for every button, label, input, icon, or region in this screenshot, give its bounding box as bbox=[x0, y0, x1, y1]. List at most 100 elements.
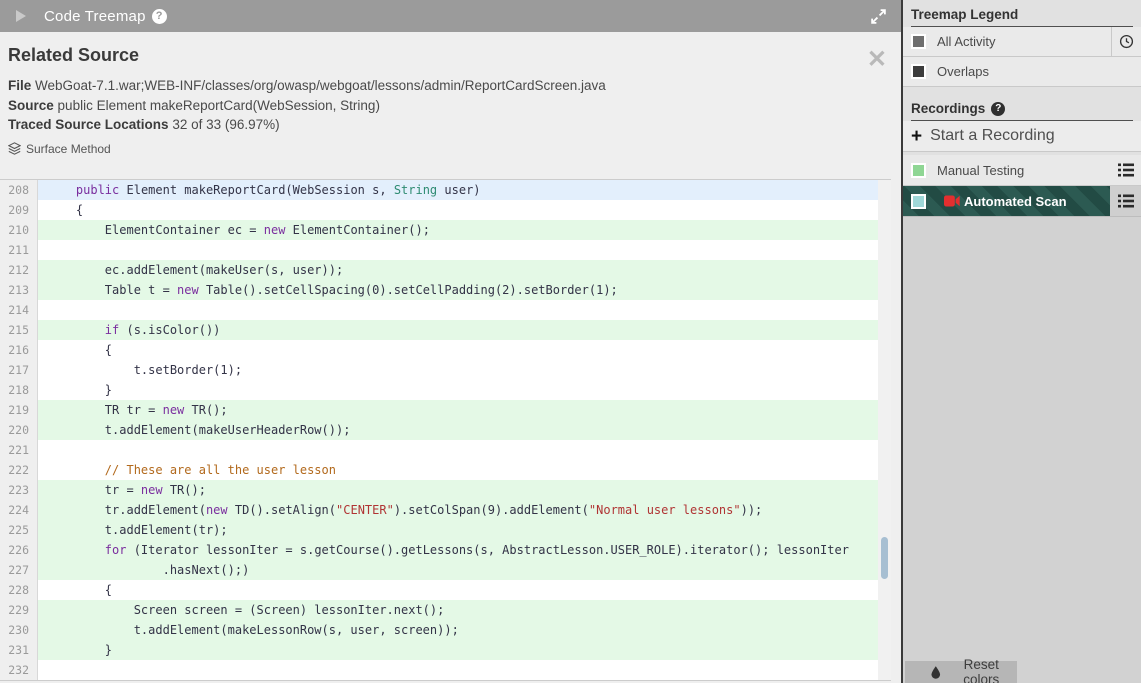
legend-rows: All Activity Overlaps bbox=[903, 27, 1141, 87]
code-viewer: 208 public Element makeReportCard(WebSes… bbox=[0, 179, 891, 681]
collapse-triangle-icon[interactable] bbox=[16, 10, 26, 22]
code-lines: 208 public Element makeReportCard(WebSes… bbox=[0, 180, 878, 680]
code-text: Table t = new Table().setCellSpacing(0).… bbox=[38, 280, 878, 300]
code-text: tr = new TR(); bbox=[38, 480, 878, 500]
code-text: if (s.isColor()) bbox=[38, 320, 878, 340]
code-text: t.addElement(tr); bbox=[38, 520, 878, 540]
line-number: 217 bbox=[0, 360, 38, 380]
recording-color-swatch bbox=[911, 193, 926, 209]
line-number: 230 bbox=[0, 620, 38, 640]
scrollbar-thumb[interactable] bbox=[881, 537, 888, 579]
surface-method: Surface Method bbox=[0, 135, 901, 156]
line-number: 222 bbox=[0, 460, 38, 480]
layers-icon bbox=[8, 142, 21, 155]
code-line: 222 // These are all the user lesson bbox=[0, 460, 878, 480]
line-number: 215 bbox=[0, 320, 38, 340]
code-line: 228 { bbox=[0, 580, 878, 600]
line-number: 228 bbox=[0, 580, 38, 600]
recording-rows: Manual Testing Automated Scan bbox=[903, 155, 1141, 217]
line-number: 218 bbox=[0, 380, 38, 400]
recording-menu-icon[interactable] bbox=[1110, 163, 1141, 177]
code-text: { bbox=[38, 340, 878, 360]
close-icon[interactable]: ✕ bbox=[867, 48, 887, 72]
code-text: tr.addElement(new TD().setAlign("CENTER"… bbox=[38, 500, 878, 520]
code-line: 221 bbox=[0, 440, 878, 460]
recording-menu-icon[interactable] bbox=[1110, 194, 1141, 208]
recording-item-manual-testing[interactable]: Manual Testing bbox=[903, 155, 1141, 186]
line-number: 224 bbox=[0, 500, 38, 520]
code-text: Screen screen = (Screen) lessonIter.next… bbox=[38, 600, 878, 620]
code-line: 220 t.addElement(makeUserHeaderRow()); bbox=[0, 420, 878, 440]
code-line: 231 } bbox=[0, 640, 878, 660]
source-label: Source bbox=[8, 97, 54, 113]
code-line: 219 TR tr = new TR(); bbox=[0, 400, 878, 420]
line-number: 231 bbox=[0, 640, 38, 660]
line-number: 221 bbox=[0, 440, 38, 460]
code-line: 217 t.setBorder(1); bbox=[0, 360, 878, 380]
code-line: 216 { bbox=[0, 340, 878, 360]
code-text: ec.addElement(makeUser(s, user)); bbox=[38, 260, 878, 280]
code-line: 223 tr = new TR(); bbox=[0, 480, 878, 500]
start-recording-button[interactable]: + Start a Recording bbox=[903, 121, 1141, 152]
code-text: t.setBorder(1); bbox=[38, 360, 878, 380]
recordings-title: Recordings bbox=[911, 101, 986, 116]
treemap-legend-title: Treemap Legend bbox=[911, 7, 1019, 22]
code-treemap-panel: Code Treemap ? ✕ Related Source File Web… bbox=[0, 0, 901, 683]
code-text: .hasNext();) bbox=[38, 560, 878, 580]
recording-camera-icon bbox=[944, 195, 960, 207]
code-line: 224 tr.addElement(new TD().setAlign("CEN… bbox=[0, 500, 878, 520]
recording-label: Automated Scan bbox=[964, 193, 1067, 209]
recording-color-swatch bbox=[911, 162, 926, 178]
code-line: 209 { bbox=[0, 200, 878, 220]
reset-colors-button[interactable]: Reset colors bbox=[905, 657, 1017, 683]
reset-colors-label: Reset colors bbox=[963, 657, 1000, 683]
code-line: 226 for (Iterator lessonIter = s.getCour… bbox=[0, 540, 878, 560]
code-line: 227 .hasNext();) bbox=[0, 560, 878, 580]
code-text: t.addElement(makeUserHeaderRow()); bbox=[38, 420, 878, 440]
code-line: 225 t.addElement(tr); bbox=[0, 520, 878, 540]
sidebar-sections: Treemap Legend All Activity Overlaps Reco… bbox=[903, 0, 1141, 217]
code-line: 212 ec.addElement(makeUser(s, user)); bbox=[0, 260, 878, 280]
code-text: { bbox=[38, 580, 878, 600]
code-text: TR tr = new TR(); bbox=[38, 400, 878, 420]
legend-label: Overlaps bbox=[937, 64, 990, 79]
code-text: } bbox=[38, 640, 878, 660]
plus-icon: + bbox=[911, 125, 923, 147]
help-icon[interactable]: ? bbox=[151, 8, 167, 24]
line-number: 214 bbox=[0, 300, 38, 320]
line-number: 212 bbox=[0, 260, 38, 280]
code-line: 229 Screen screen = (Screen) lessonIter.… bbox=[0, 600, 878, 620]
legend-item-overlaps[interactable]: Overlaps bbox=[903, 57, 1141, 87]
line-number: 216 bbox=[0, 340, 38, 360]
file-label: File bbox=[8, 78, 32, 93]
file-line: File WebGoat-7.1.war;WEB-INF/classes/org… bbox=[8, 76, 901, 96]
related-source-panel: ✕ Related Source File WebGoat-7.1.war;WE… bbox=[0, 32, 901, 683]
code-line: 230 t.addElement(makeLessonRow(s, user, … bbox=[0, 620, 878, 640]
code-text: ElementContainer ec = new ElementContain… bbox=[38, 220, 878, 240]
line-number: 227 bbox=[0, 560, 38, 580]
recordings-help-icon[interactable]: ? bbox=[991, 101, 1006, 116]
code-scrollbar[interactable] bbox=[878, 180, 891, 680]
panel-header: Code Treemap ? bbox=[0, 0, 901, 32]
source-line: Source public Element makeReportCard(Web… bbox=[8, 96, 901, 116]
code-text: t.addElement(makeLessonRow(s, user, scre… bbox=[38, 620, 878, 640]
expand-icon[interactable] bbox=[870, 8, 887, 25]
legend-label: All Activity bbox=[937, 34, 996, 49]
code-line: 218 } bbox=[0, 380, 878, 400]
source-info: File WebGoat-7.1.war;WEB-INF/classes/org… bbox=[0, 66, 901, 135]
line-number: 223 bbox=[0, 480, 38, 500]
recording-label: Manual Testing bbox=[937, 162, 1025, 178]
code-line: 215 if (s.isColor()) bbox=[0, 320, 878, 340]
code-text: // These are all the user lesson bbox=[38, 460, 878, 480]
code-line: 208 public Element makeReportCard(WebSes… bbox=[0, 180, 878, 200]
clock-icon[interactable] bbox=[1111, 27, 1141, 56]
recording-item-automated-scan[interactable]: Automated Scan bbox=[903, 186, 1141, 217]
code-line: 211 bbox=[0, 240, 878, 260]
code-text: public Element makeReportCard(WebSession… bbox=[38, 180, 878, 200]
line-number: 226 bbox=[0, 540, 38, 560]
code-line: 213 Table t = new Table().setCellSpacing… bbox=[0, 280, 878, 300]
code-text: { bbox=[38, 200, 878, 220]
code-text: for (Iterator lessonIter = s.getCourse()… bbox=[38, 540, 878, 560]
code-line: 210 ElementContainer ec = new ElementCon… bbox=[0, 220, 878, 240]
legend-item-all-activity[interactable]: All Activity bbox=[903, 27, 1141, 57]
